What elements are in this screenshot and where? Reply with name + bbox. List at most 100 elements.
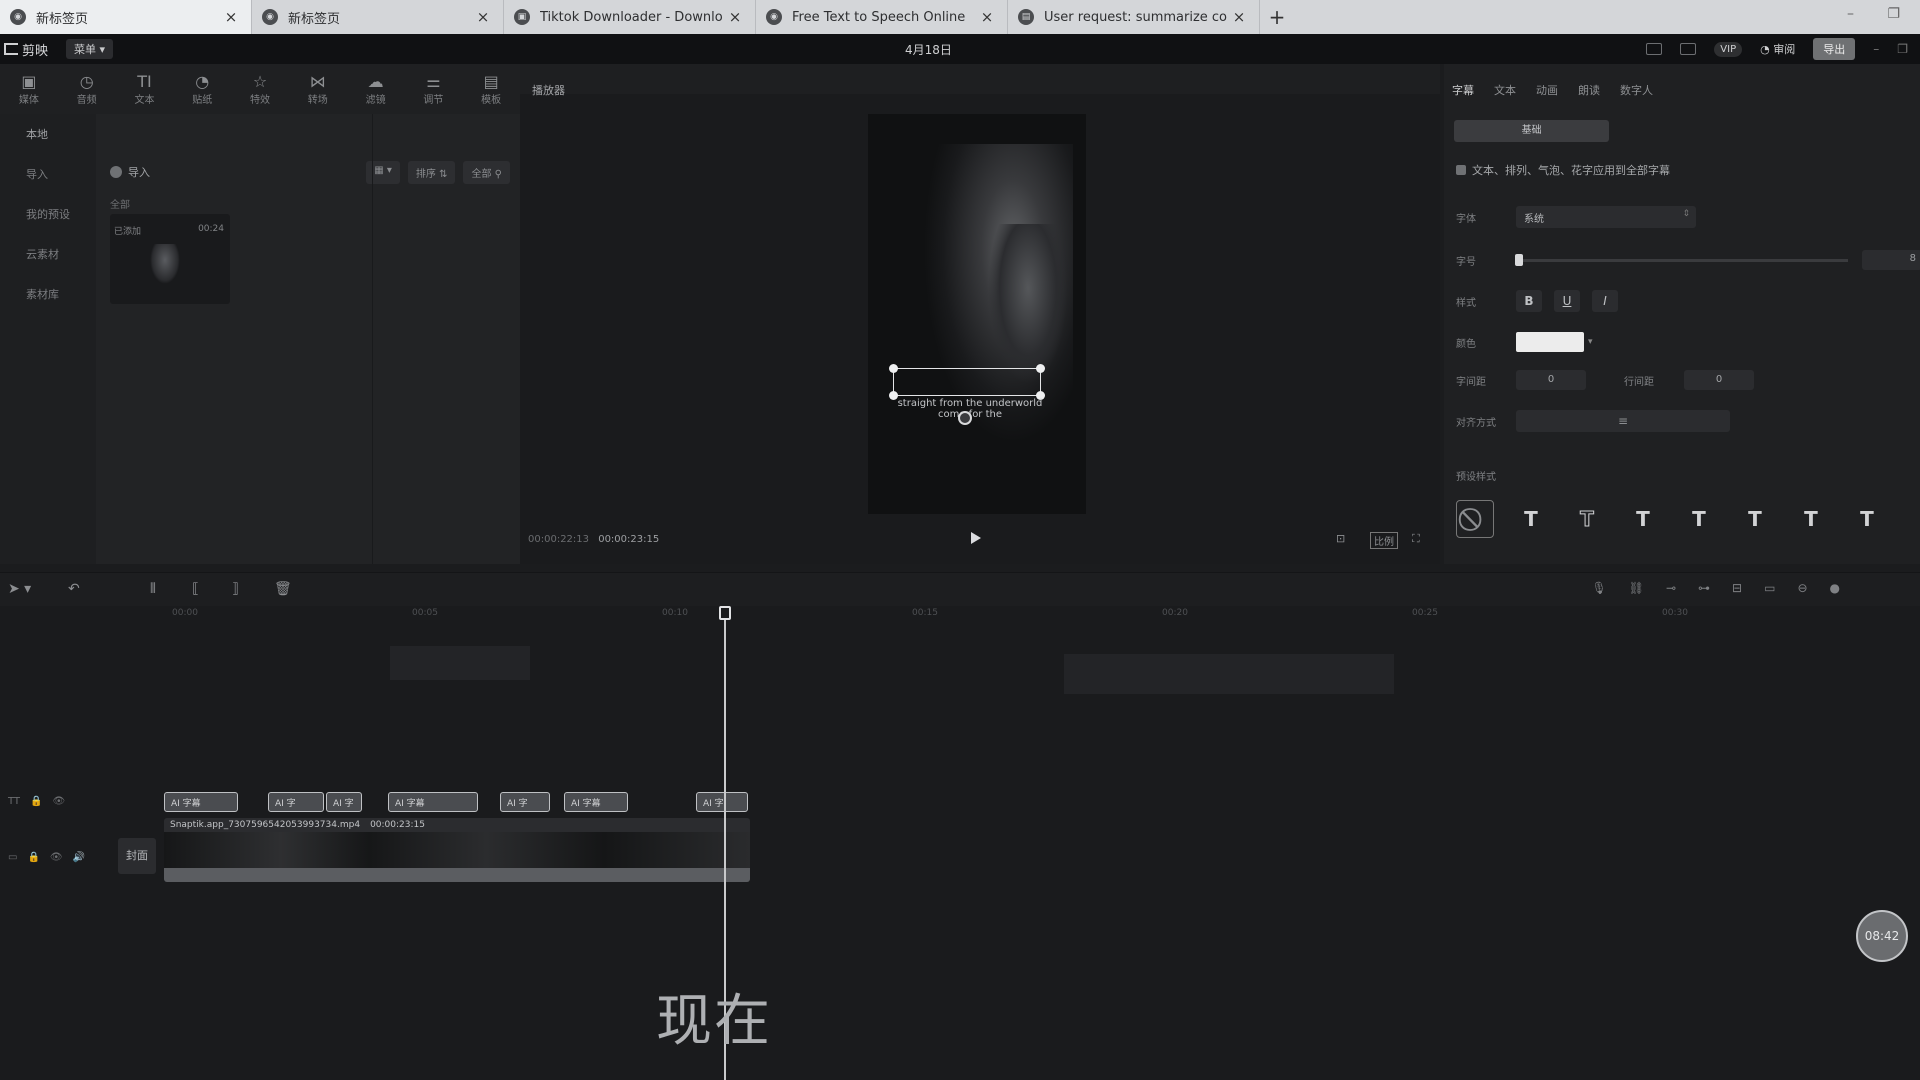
slider-knob[interactable] <box>1515 253 1523 266</box>
underline-button[interactable]: U <box>1554 290 1580 312</box>
review-button[interactable]: ◔ 审阅 <box>1760 41 1795 57</box>
play-icon[interactable] <box>971 532 981 544</box>
close-tab-icon[interactable]: × <box>1231 8 1247 26</box>
zoom-out-icon[interactable]: ⊖ <box>1797 581 1807 595</box>
trim-right-icon[interactable]: ⟧ <box>232 581 239 597</box>
split-icon[interactable]: ⫴ <box>150 581 156 597</box>
sort-button[interactable]: 排序 ⇅ <box>407 160 456 184</box>
video-canvas[interactable] <box>868 114 1086 514</box>
preset-style[interactable]: T <box>1736 500 1774 538</box>
lock-icon[interactable]: 🔒 <box>27 852 39 863</box>
tab-animation[interactable]: 动画 <box>1536 82 1558 98</box>
close-tab-icon[interactable]: × <box>223 8 239 26</box>
eye-icon[interactable]: 👁 <box>50 852 63 863</box>
cover-button[interactable]: 封面 <box>118 838 156 874</box>
media-clip-thumbnail[interactable]: 已添加 00:24 <box>110 214 230 304</box>
lock-icon[interactable]: 🔒 <box>30 796 42 807</box>
preset-style[interactable]: T <box>1792 500 1830 538</box>
close-tab-icon[interactable]: × <box>727 8 743 26</box>
tool-sticker[interactable]: ◔ 贴纸 <box>173 64 231 114</box>
italic-button[interactable]: I <box>1592 290 1618 312</box>
eye-icon[interactable]: 👁 <box>53 796 66 807</box>
select-cursor-icon[interactable]: ➤ ▾ <box>8 581 31 597</box>
filter-button[interactable]: 全部 ⚲ <box>463 160 510 184</box>
delete-icon[interactable]: 🗑 <box>274 581 292 597</box>
sidebar-item-local[interactable]: 本地 <box>0 114 96 154</box>
layout-icon[interactable] <box>1680 43 1697 55</box>
subtab-3[interactable] <box>1765 120 1920 142</box>
tool-audio[interactable]: ◷ 音频 <box>58 64 116 114</box>
link-clips-icon[interactable]: ⛓ <box>1629 581 1644 595</box>
undo-icon[interactable]: ↶ <box>68 581 80 597</box>
microphone-icon[interactable]: 🎙 <box>1592 581 1607 595</box>
tool-filter[interactable]: ☁ 滤镜 <box>347 64 405 114</box>
preset-style[interactable]: T <box>1512 500 1550 538</box>
fit-screen-icon[interactable]: ⊡ <box>1336 532 1345 545</box>
font-size-input[interactable]: 8 <box>1862 250 1920 270</box>
align-icon[interactable]: ⊟ <box>1732 581 1742 595</box>
sidebar-item-cloud[interactable]: 云素材 <box>0 234 96 274</box>
tab-text[interactable]: 文本 <box>1494 82 1516 98</box>
text-clip[interactable]: AI 字幕 <box>164 792 238 812</box>
vip-badge[interactable]: VIP <box>1714 41 1743 57</box>
close-tab-icon[interactable]: × <box>475 8 491 26</box>
trim-left-icon[interactable]: ⟦ <box>192 581 199 597</box>
subtab-2[interactable] <box>1609 120 1764 142</box>
time-ruler[interactable]: 00:00 00:05 00:10 00:15 00:20 00:25 00:3… <box>0 606 1920 622</box>
font-size-slider[interactable] <box>1515 253 1848 266</box>
minimize-icon[interactable]: – <box>1873 42 1879 56</box>
browser-tab[interactable]: ◉ 新标签页 × <box>252 0 504 34</box>
apply-all-checkbox[interactable]: 文本、排列、气泡、花字应用到全部字幕 <box>1456 162 1670 178</box>
aspect-ratio-button[interactable]: 比例 <box>1370 532 1398 549</box>
tool-template[interactable]: ▤ 模板 <box>462 64 520 114</box>
tool-adjust[interactable]: ⚌ 调节 <box>404 64 462 114</box>
align-center-icon[interactable]: ≡ <box>1516 410 1730 432</box>
text-selection-box[interactable] <box>893 368 1041 396</box>
minimize-icon[interactable]: – <box>1847 6 1854 22</box>
browser-tab[interactable]: ◉ 新标签页 × <box>0 0 252 34</box>
tool-transition[interactable]: ⋈ 转场 <box>289 64 347 114</box>
sidebar-item-library[interactable]: 素材库 <box>0 274 96 314</box>
text-clip[interactable]: AI 字幕 <box>564 792 628 812</box>
playhead-handle[interactable] <box>719 606 731 620</box>
preview-axis-icon[interactable]: ⊶ <box>1698 581 1710 595</box>
new-tab-button[interactable]: + <box>1260 0 1294 34</box>
export-button[interactable]: 导出 <box>1813 38 1856 60</box>
text-clip[interactable]: AI 字 <box>500 792 550 812</box>
audio-toggle-icon[interactable]: 🔊 <box>73 852 85 863</box>
recording-timer[interactable]: 08:42 <box>1856 910 1908 962</box>
restore-icon[interactable]: ❐ <box>1887 6 1900 22</box>
tool-media[interactable]: ▣ 媒体 <box>0 64 58 114</box>
sidebar-item-presets[interactable]: 我的预设 <box>0 194 96 234</box>
tab-subtitle[interactable]: 字幕 <box>1452 82 1474 98</box>
close-tab-icon[interactable]: × <box>979 8 995 26</box>
letter-spacing-input[interactable]: 0 <box>1516 370 1586 390</box>
rotate-handle-icon[interactable] <box>958 411 972 425</box>
no-style-icon[interactable]: ⃠ <box>1456 500 1494 538</box>
zoom-slider-knob[interactable]: ● <box>1830 581 1840 595</box>
sidebar-item-import[interactable]: 导入 <box>0 154 96 194</box>
monitor-icon[interactable] <box>1646 43 1663 55</box>
caption-icon[interactable]: ▭ <box>1764 581 1775 595</box>
project-title[interactable]: 4月18日 <box>905 41 952 58</box>
import-button[interactable]: 导入 <box>110 164 150 180</box>
preset-style[interactable]: T <box>1624 500 1662 538</box>
fullscreen-icon[interactable]: ⛶ <box>1412 532 1420 546</box>
text-clip[interactable]: AI 字幕 <box>388 792 478 812</box>
menu-button[interactable]: 菜单 ▾ <box>66 39 114 59</box>
snap-icon[interactable]: ⊸ <box>1666 581 1676 595</box>
preset-style[interactable]: T <box>1680 500 1718 538</box>
subtab-basic[interactable]: 基础 <box>1454 120 1610 142</box>
resize-handle[interactable] <box>889 364 898 373</box>
tool-text[interactable]: TI 文本 <box>116 64 174 114</box>
browser-tab[interactable]: ▣ Tiktok Downloader - Downlo × <box>504 0 756 34</box>
line-spacing-input[interactable]: 0 <box>1684 370 1754 390</box>
video-clip[interactable]: Snaptik.app_7307596542053993734.mp4 00:00… <box>164 818 750 882</box>
browser-tab[interactable]: ◉ Free Text to Speech Online × <box>756 0 1008 34</box>
font-select[interactable]: 系统 ⇕ <box>1516 206 1696 228</box>
text-clip[interactable]: AI 字 <box>696 792 748 812</box>
tab-digital-human[interactable]: 数字人 <box>1620 82 1653 98</box>
panel-divider[interactable] <box>372 114 373 564</box>
tab-read-aloud[interactable]: 朗读 <box>1578 82 1600 98</box>
color-swatch[interactable] <box>1516 332 1584 352</box>
